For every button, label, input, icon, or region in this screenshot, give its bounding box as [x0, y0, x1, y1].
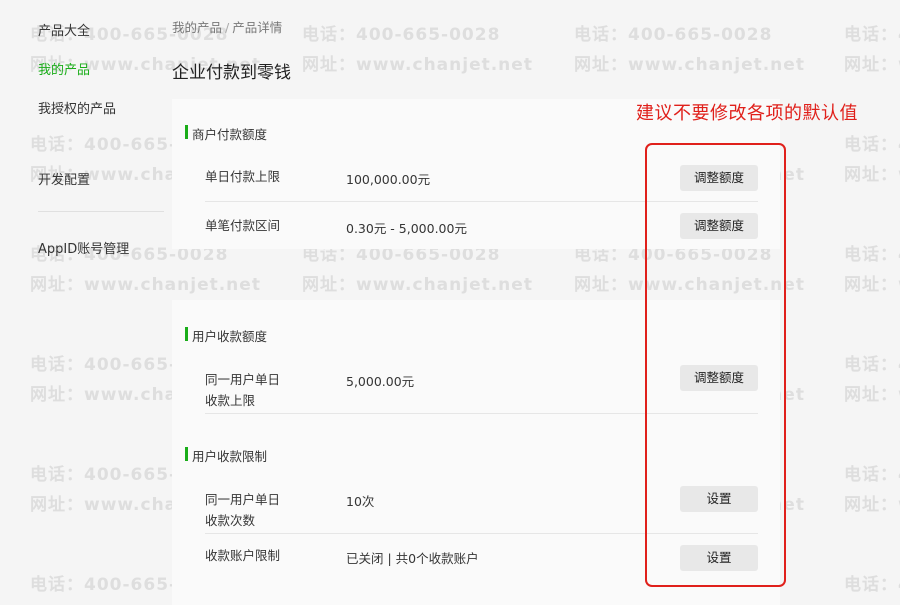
breadcrumb: 我的产品 / 产品详情 — [172, 17, 282, 36]
sidebar-item-appid-management[interactable]: AppID账号管理 — [38, 238, 129, 257]
watermark-site: 网址：www.chanjet.net — [574, 275, 805, 295]
sidebar-item-my-products[interactable]: 我的产品 — [38, 59, 90, 78]
annotation-text: 建议不要修改各项的默认值 — [636, 103, 858, 124]
adjust-limit-button[interactable]: 调整额度 — [680, 365, 758, 391]
sidebar-nav: 产品大全 我的产品 我授权的产品 开发配置 AppID账号管理 — [0, 0, 170, 605]
breadcrumb-product-detail: 产品详情 — [232, 20, 283, 35]
row-value: 10次 — [346, 494, 375, 509]
settings-row: 单笔付款区间 0.30元 - 5,000.00元 调整额度 — [205, 210, 758, 250]
row-value: 5,000.00元 — [346, 374, 415, 389]
row-value: 0.30元 - 5,000.00元 — [346, 221, 467, 236]
breadcrumb-my-products[interactable]: 我的产品 — [172, 20, 222, 35]
sidebar-item-authorized-products[interactable]: 我授权的产品 — [38, 98, 116, 117]
settings-row: 同一用户单日收款次数 10次 设置 — [205, 486, 758, 534]
row-label: 同一用户单日收款上限 — [205, 372, 281, 408]
row-label: 同一用户单日收款次数 — [205, 492, 281, 528]
watermark-site: 网址：www.chanjet.net — [302, 55, 533, 75]
watermark-phone: 电话：400-665-0028 — [844, 575, 900, 595]
watermark-site: 网址：www.chanjet.net — [844, 165, 900, 185]
row-divider — [205, 413, 758, 414]
watermark-phone: 电话：400-665-0028 — [844, 135, 900, 155]
breadcrumb-separator: / — [225, 20, 230, 35]
settings-row: 同一用户单日收款上限 5,000.00元 调整额度 — [205, 365, 758, 414]
page-title: 企业付款到零钱 — [172, 63, 291, 83]
watermark-site: 网址：www.chanjet.net — [844, 275, 900, 295]
sidebar-item-product-catalog[interactable]: 产品大全 — [38, 20, 90, 39]
section-header: 用户收款额度 — [184, 326, 267, 345]
watermark-phone: 电话：400-665-0028 — [844, 465, 900, 485]
settings-button[interactable]: 设置 — [680, 545, 758, 571]
watermark-phone: 电话：400-665-0028 — [574, 25, 773, 45]
settings-row: 收款账户限制 已关闭 | 共0个收款账户 设置 — [205, 544, 758, 580]
row-divider — [205, 201, 758, 202]
sidebar-item-dev-config[interactable]: 开发配置 — [38, 169, 90, 188]
row-label: 单日付款上限 — [205, 169, 281, 184]
row-value: 100,000.00元 — [346, 172, 431, 187]
watermark-site: 网址：www.chanjet.net — [844, 385, 900, 405]
row-value: 已关闭 | 共0个收款账户 — [346, 551, 479, 566]
section-header: 用户收款限制 — [184, 446, 267, 465]
user-receipt-card: 用户收款额度 同一用户单日收款上限 5,000.00元 调整额度 用户收款限制 … — [172, 300, 780, 605]
row-label: 单笔付款区间 — [205, 218, 281, 233]
watermark-site: 网址：www.chanjet.net — [302, 275, 533, 295]
watermark-site: 网址：www.chanjet.net — [844, 495, 900, 515]
watermark-phone: 电话：400-665-0028 — [844, 25, 900, 45]
settings-button[interactable]: 设置 — [680, 486, 758, 512]
watermark-site: 网址：www.chanjet.net — [844, 55, 900, 75]
row-label: 收款账户限制 — [205, 548, 281, 563]
watermark-phone: 电话：400-665-0028 — [302, 25, 501, 45]
adjust-limit-button[interactable]: 调整额度 — [680, 165, 758, 191]
watermark-phone: 电话：400-665-0028 — [844, 355, 900, 375]
sidebar-divider — [38, 211, 164, 212]
row-divider — [205, 533, 758, 534]
watermark-phone: 电话：400-665-0028 — [844, 245, 900, 265]
settings-row: 单日付款上限 100,000.00元 调整额度 — [205, 161, 758, 202]
watermark-site: 网址：www.chanjet.net — [574, 55, 805, 75]
section-header: 商户付款额度 — [184, 124, 267, 143]
adjust-limit-button[interactable]: 调整额度 — [680, 213, 758, 239]
